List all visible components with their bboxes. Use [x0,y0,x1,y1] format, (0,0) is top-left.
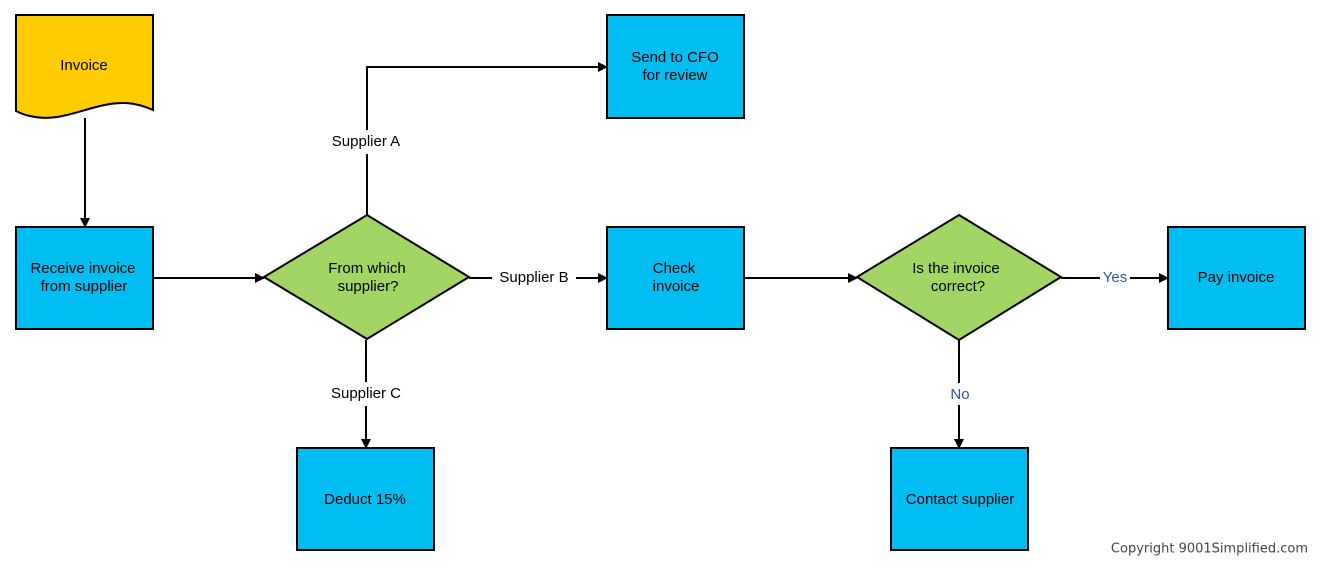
edge-label-supplier-a: Supplier A [332,133,400,150]
node-invoice-document: Invoice [15,14,154,119]
node-label: for review [642,67,707,84]
node-label: Contact supplier [906,491,1014,508]
edge-label-no: No [950,386,969,403]
node-check-invoice: Check invoice [606,226,745,330]
node-contact-supplier: Contact supplier [890,447,1029,551]
node-label: Deduct 15% [324,491,406,508]
node-receive-invoice: Receive invoice from supplier [15,226,154,330]
node-label: Send to CFO [631,49,719,66]
node-is-invoice-correct: Is the invoice correct? [855,213,1063,342]
copyright-text: Copyright 9001Simplified.com [1111,542,1308,557]
node-pay-invoice: Pay invoice [1167,226,1306,330]
node-label: Check [653,260,696,277]
edge-label-supplier-b: Supplier B [499,269,568,286]
node-label: Is the invoice [912,260,1000,277]
node-label: Invoice [60,57,108,74]
node-label: From which [328,260,406,277]
invoice-flowchart: Supplier A Supplier B Supplier C Yes No … [15,14,1308,557]
edge-label-supplier-c: Supplier C [331,385,401,402]
node-label: supplier? [338,278,399,295]
node-label: from supplier [41,278,128,295]
edge-label-yes: Yes [1103,269,1127,286]
node-send-to-cfo: Send to CFO for review [606,14,745,119]
node-label: Receive invoice [30,260,135,277]
node-label: correct? [931,278,985,295]
node-label: Pay invoice [1198,269,1275,286]
node-deduct: Deduct 15% [296,447,435,551]
node-label: invoice [653,278,700,295]
node-from-which-supplier: From which supplier? [262,213,471,341]
